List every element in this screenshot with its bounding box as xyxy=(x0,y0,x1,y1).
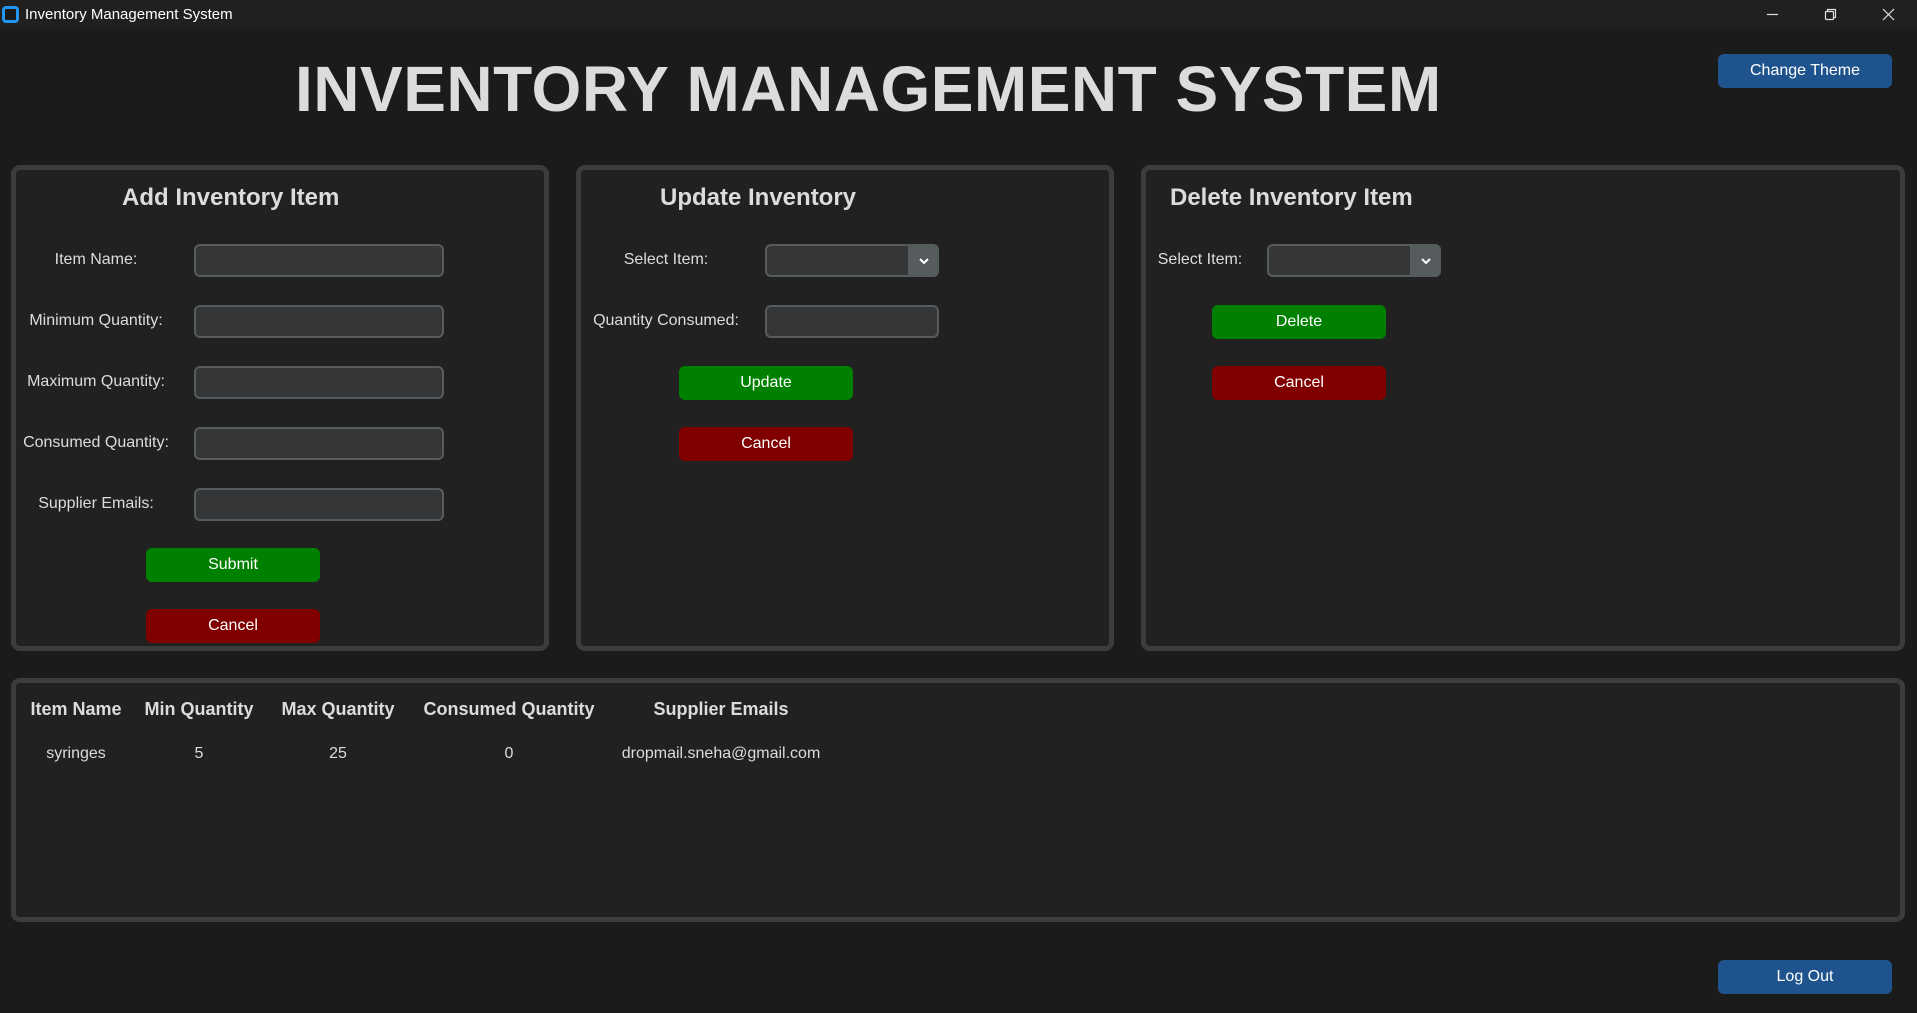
delete-select-item-label: Select Item: xyxy=(1157,251,1243,268)
update-select-item-label: Select Item: xyxy=(623,251,709,268)
delete-inventory-heading: Delete Inventory Item xyxy=(1170,184,1413,211)
delete-item-combobox[interactable] xyxy=(1267,244,1441,277)
restore-icon[interactable] xyxy=(1801,0,1859,29)
update-button[interactable]: Update xyxy=(679,366,853,400)
table-cell-max-quantity: 25 xyxy=(329,745,347,762)
chevron-down-icon[interactable] xyxy=(1410,244,1441,277)
column-header-item-name: Item Name xyxy=(30,699,122,719)
maximum-quantity-label: Maximum Quantity: xyxy=(27,373,165,390)
item-name-input[interactable] xyxy=(194,244,444,277)
change-theme-button[interactable]: Change Theme xyxy=(1718,54,1892,88)
minimum-quantity-label: Minimum Quantity: xyxy=(29,312,163,329)
submit-button[interactable]: Submit xyxy=(146,548,320,582)
update-inventory-heading: Update Inventory xyxy=(660,184,857,211)
minimum-quantity-input[interactable] xyxy=(194,305,444,338)
delete-button[interactable]: Delete xyxy=(1212,305,1386,339)
item-name-label: Item Name: xyxy=(54,251,138,268)
delete-item-value xyxy=(1267,244,1410,277)
column-header-supplier-emails: Supplier Emails xyxy=(653,699,789,719)
window-title: Inventory Management System xyxy=(25,6,233,23)
table-cell-supplier-emails: dropmail.sneha@gmail.com xyxy=(621,745,821,762)
table-cell-consumed-quantity: 0 xyxy=(504,745,514,762)
logout-button[interactable]: Log Out xyxy=(1718,960,1892,994)
add-inventory-panel: Add Inventory Item Item Name: Minimum Qu… xyxy=(11,165,549,651)
minimize-icon[interactable] xyxy=(1743,0,1801,29)
add-inventory-heading: Add Inventory Item xyxy=(122,184,340,211)
delete-inventory-panel: Delete Inventory Item Select Item: Delet… xyxy=(1141,165,1905,651)
add-cancel-button[interactable]: Cancel xyxy=(146,609,320,643)
supplier-emails-label: Supplier Emails: xyxy=(38,495,154,512)
column-header-min-quantity: Min Quantity xyxy=(144,699,254,719)
consumed-quantity-label: Consumed Quantity: xyxy=(23,434,169,451)
table-cell-item-name: syringes xyxy=(46,745,106,762)
window-titlebar: Inventory Management System xyxy=(0,0,1917,29)
page-title: INVENTORY MANAGEMENT SYSTEM xyxy=(295,53,1442,125)
quantity-consumed-input[interactable] xyxy=(765,305,939,338)
window-controls xyxy=(1743,0,1917,29)
chevron-down-icon[interactable] xyxy=(908,244,939,277)
update-inventory-panel: Update Inventory Select Item: Quantity C… xyxy=(576,165,1114,651)
close-icon[interactable] xyxy=(1859,0,1917,29)
inventory-table: Item Name Min Quantity Max Quantity Cons… xyxy=(11,678,1905,922)
maximum-quantity-input[interactable] xyxy=(194,366,444,399)
update-cancel-button[interactable]: Cancel xyxy=(679,427,853,461)
app-icon xyxy=(2,6,19,23)
update-item-combobox[interactable] xyxy=(765,244,939,277)
delete-cancel-button[interactable]: Cancel xyxy=(1212,366,1386,400)
column-header-max-quantity: Max Quantity xyxy=(281,699,395,719)
update-item-value xyxy=(765,244,908,277)
supplier-emails-input[interactable] xyxy=(194,488,444,521)
consumed-quantity-input[interactable] xyxy=(194,427,444,460)
quantity-consumed-label: Quantity Consumed: xyxy=(593,312,739,329)
column-header-consumed-quantity: Consumed Quantity xyxy=(423,699,595,719)
table-cell-min-quantity: 5 xyxy=(194,745,204,762)
